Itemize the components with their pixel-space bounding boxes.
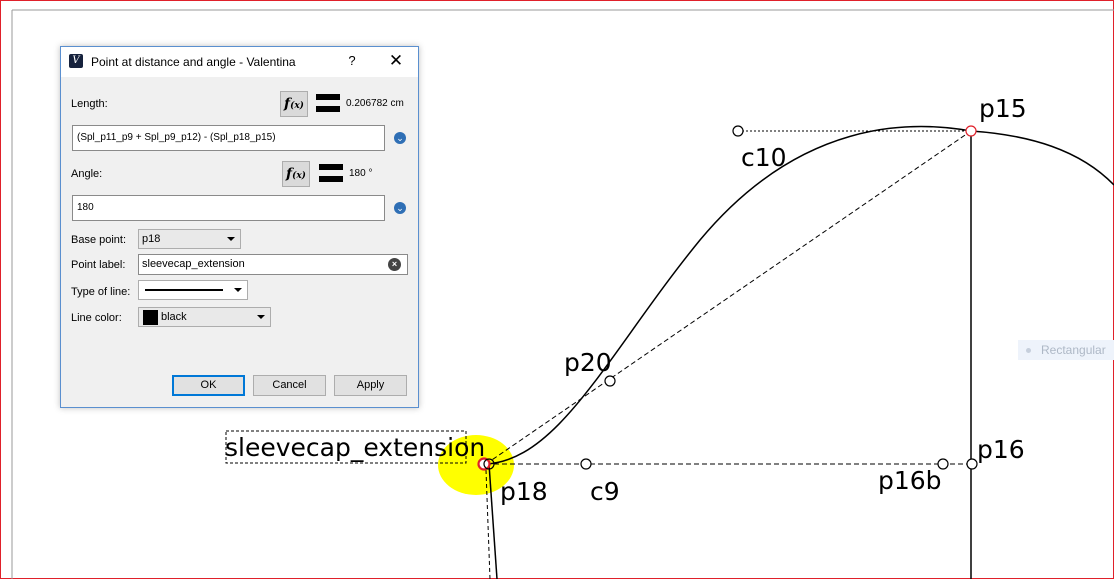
length-formula-wizard-button[interactable]: f(x) (280, 91, 308, 117)
label-p16b[interactable]: p16b (878, 468, 942, 493)
angle-equals-icon (319, 164, 343, 182)
label-p16[interactable]: p16 (977, 437, 1025, 462)
type-of-line-select[interactable] (138, 280, 248, 300)
solid-line-swatch (145, 289, 223, 291)
length-result: 0.206782 cm (346, 98, 404, 109)
base-point-select[interactable]: p18 (138, 229, 241, 249)
angle-fx-sub: (x) (292, 171, 306, 181)
angle-expand-icon[interactable]: ⌄ (394, 202, 406, 214)
sleevecap-curve[interactable] (485, 125, 972, 465)
label-c10[interactable]: c10 (741, 145, 787, 170)
line-color-label: Line color: (71, 312, 122, 324)
angle-label: Angle: (71, 168, 103, 180)
cancel-button[interactable]: Cancel (253, 375, 326, 396)
line-p18-p15[interactable] (485, 130, 972, 465)
clear-icon[interactable]: × (388, 258, 401, 271)
label-p15[interactable]: p15 (979, 96, 1027, 121)
label-sleevecap-extension[interactable]: sleevecap_extension (225, 435, 485, 460)
angle-formula-wizard-button[interactable]: f(x) (282, 161, 310, 187)
point-p16[interactable] (966, 458, 978, 470)
angle-result: 180 ° (349, 168, 373, 179)
point-c9[interactable] (580, 458, 592, 470)
label-p18[interactable]: p18 (500, 479, 548, 504)
base-point-label: Base point: (71, 234, 127, 246)
ghost-tool-item: Rectangular (1018, 340, 1114, 360)
black-color-swatch (143, 310, 158, 325)
valentina-app-icon: V (69, 54, 83, 68)
chevron-down-icon (227, 237, 235, 241)
dialog-titlebar[interactable]: V Point at distance and angle - Valentin… (61, 47, 418, 77)
apply-button[interactable]: Apply (334, 375, 407, 396)
point-p20[interactable] (604, 375, 616, 387)
point-p15[interactable] (965, 125, 977, 137)
base-point-value: p18 (142, 233, 161, 245)
label-p20[interactable]: p20 (564, 350, 612, 375)
length-label: Length: (71, 98, 108, 110)
chevron-down-icon (257, 315, 265, 319)
close-button[interactable]: ✕ (383, 50, 409, 72)
point-label-input[interactable]: sleevecap_extension × (138, 254, 408, 275)
length-expand-icon[interactable]: ⌄ (394, 132, 406, 144)
angle-formula-input[interactable]: 180 (72, 195, 385, 221)
type-of-line-label: Type of line: (71, 286, 131, 298)
sleevecap-curve-right[interactable] (970, 130, 1114, 186)
label-c9[interactable]: c9 (590, 479, 620, 504)
line-color-select[interactable]: black (138, 307, 271, 327)
point-label-label: Point label: (71, 259, 126, 271)
dialog-title: Point at distance and angle - Valentina (91, 55, 296, 69)
point-label-value: sleevecap_extension (142, 258, 245, 270)
ok-button[interactable]: OK (172, 375, 245, 396)
ghost-item-label: Rectangular (1041, 343, 1106, 357)
chevron-down-icon (234, 288, 242, 292)
help-button[interactable]: ? (342, 50, 362, 72)
point-c10[interactable] (732, 125, 744, 137)
line-color-value: black (161, 311, 187, 323)
length-fx-sub: (x) (290, 101, 304, 111)
length-formula-input[interactable]: (Spl_p11_p9 + Spl_p9_p12) - (Spl_p18_p15… (72, 125, 385, 151)
ghost-dot-icon (1026, 347, 1031, 353)
length-equals-icon (316, 94, 340, 112)
point-at-distance-angle-dialog: V Point at distance and angle - Valentin… (60, 46, 419, 408)
